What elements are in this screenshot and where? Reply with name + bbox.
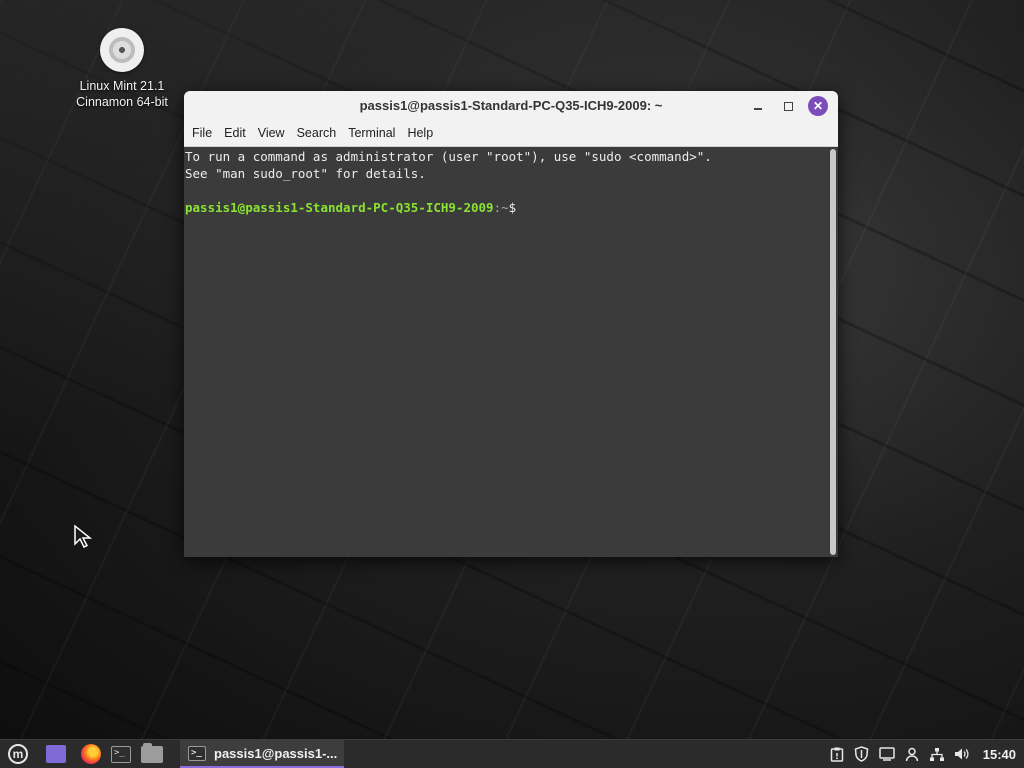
clipboard-icon[interactable] (829, 746, 845, 762)
menu-help[interactable]: Help (401, 126, 439, 140)
window-title: passis1@passis1-Standard-PC-Q35-ICH9-200… (359, 98, 663, 113)
terminal-icon: >_ (111, 745, 131, 763)
menu-view[interactable]: View (252, 126, 291, 140)
menu-file[interactable]: File (186, 126, 218, 140)
terminal-line-2: See "man sudo_root" for details. (185, 166, 426, 181)
maximize-button[interactable] (778, 96, 798, 116)
terminal-launcher[interactable]: >_ (106, 740, 136, 768)
volume-icon[interactable] (954, 746, 970, 762)
terminal-task-icon: >_ (188, 745, 206, 761)
terminal-window: passis1@passis1-Standard-PC-Q35-ICH9-200… (184, 91, 838, 557)
minimize-button[interactable] (748, 96, 768, 116)
terminal-line-1: To run a command as administrator (user … (185, 149, 712, 164)
menu-button[interactable]: m (0, 740, 36, 768)
mouse-pointer-icon (74, 524, 93, 549)
prompt-user-host: passis1@passis1-Standard-PC-Q35-ICH9-200… (185, 200, 494, 215)
folder-icon (141, 742, 163, 763)
terminal-prompt: passis1@passis1-Standard-PC-Q35-ICH9-200… (185, 199, 827, 216)
window-titlebar[interactable]: passis1@passis1-Standard-PC-Q35-ICH9-200… (184, 91, 838, 120)
prompt-symbol: $ (508, 200, 517, 215)
menu-search[interactable]: Search (291, 126, 343, 140)
shield-icon[interactable] (854, 746, 870, 762)
taskbar-window-terminal[interactable]: >_ passis1@passis1-... (180, 740, 344, 768)
terminal-output[interactable]: To run a command as administrator (user … (184, 147, 828, 557)
prompt-path: :~ (493, 200, 509, 215)
close-icon: ✕ (812, 99, 824, 113)
show-desktop-button[interactable] (36, 740, 76, 768)
taskbar-window-label: passis1@passis1-... (214, 745, 338, 761)
desktop-icon-linux-mint-disc[interactable]: Linux Mint 21.1 Cinnamon 64-bit (66, 28, 178, 110)
menu-terminal[interactable]: Terminal (342, 126, 401, 140)
minimize-icon (754, 108, 762, 110)
menu-bar: File Edit View Search Terminal Help (184, 120, 838, 147)
linux-mint-logo-icon: m (8, 744, 28, 764)
clock[interactable]: 15:40 (983, 747, 1016, 762)
taskbar: m >_ >_ passis1@passis1-... 15:40 (0, 739, 1024, 768)
terminal-scrollbar[interactable] (830, 149, 836, 555)
disc-icon (100, 28, 144, 72)
user-icon[interactable] (904, 746, 920, 762)
files-launcher[interactable] (136, 740, 168, 768)
maximize-icon (783, 101, 793, 111)
show-desktop-icon (46, 745, 66, 763)
system-tray: 15:40 (829, 746, 1024, 762)
display-icon[interactable] (879, 746, 895, 762)
close-button[interactable]: ✕ (808, 96, 828, 116)
firefox-icon (81, 744, 101, 764)
firefox-launcher[interactable] (76, 740, 106, 768)
desktop-icon-label-line2: Cinnamon 64-bit (76, 95, 168, 109)
menu-edit[interactable]: Edit (218, 126, 252, 140)
desktop-icon-label-line1: Linux Mint 21.1 (79, 79, 165, 93)
network-icon[interactable] (929, 746, 945, 762)
